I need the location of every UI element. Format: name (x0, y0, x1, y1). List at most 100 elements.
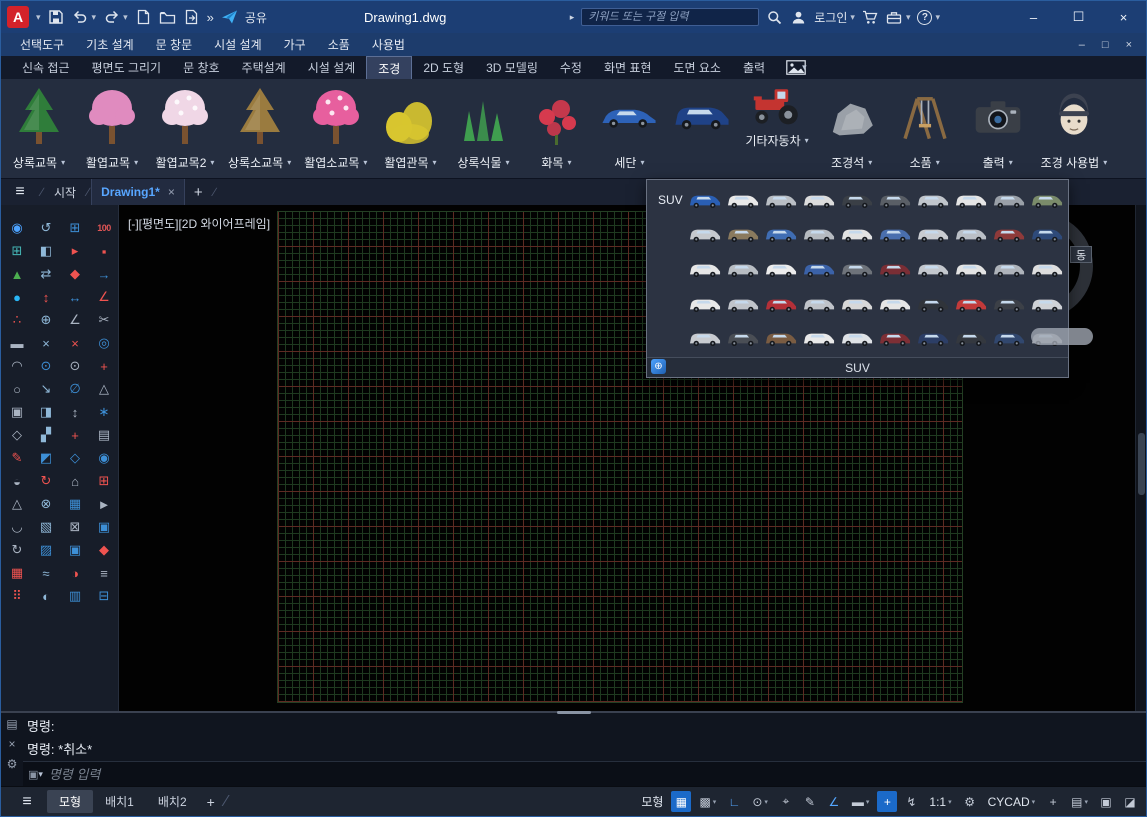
suv-car-thumbnail[interactable] (800, 288, 837, 322)
tool-icon[interactable]: ◧ (36, 241, 57, 261)
tools-icon[interactable] (886, 9, 903, 26)
suv-car-thumbnail[interactable] (838, 288, 875, 322)
tool-icon[interactable]: ⊙ (36, 356, 57, 376)
suv-car-thumbnail[interactable] (838, 253, 875, 287)
viewcube-east-label[interactable]: 동 (1070, 246, 1092, 263)
ribbon-tab-4[interactable]: 시설 설계 (297, 56, 367, 79)
tool-icon[interactable]: ◎ (94, 333, 115, 353)
ribbon-group-broadleaf-tree-2[interactable]: 활엽교목2▾ (155, 82, 215, 171)
image-tool-caret[interactable]: ▾ (802, 62, 807, 73)
tool-icon[interactable]: ↘ (36, 379, 57, 399)
tool-icon[interactable]: ∗ (94, 402, 115, 422)
tool-icon[interactable]: ▦ (65, 494, 86, 514)
suv-car-thumbnail[interactable] (762, 184, 799, 218)
ribbon-group-render-output[interactable]: 출력▾ (968, 82, 1028, 171)
ribbon-group-evergreen-small-tree[interactable]: 상록소교목▾ (228, 82, 291, 171)
tool-icon[interactable]: ↻ (7, 540, 28, 560)
tool-icon[interactable]: ⊞ (7, 241, 28, 261)
suv-car-thumbnail[interactable] (915, 219, 952, 253)
ribbon-group-broadleaf-tree[interactable]: 활엽교목▾ (82, 82, 142, 171)
command-keyboard-icon[interactable]: ▤ (6, 717, 17, 731)
tool-icon[interactable]: ↕ (36, 287, 57, 307)
tool-icon[interactable]: ▨ (36, 540, 57, 560)
suv-car-thumbnail[interactable] (724, 219, 761, 253)
suv-car-thumbnail[interactable] (915, 322, 952, 356)
tool-icon[interactable]: ⇄ (36, 264, 57, 284)
object-snap-toggle[interactable]: ⌖ (776, 791, 796, 812)
tool-icon[interactable]: 100 (94, 218, 115, 238)
ribbon-group-evergreen-plant[interactable]: 상록식물▾ (453, 82, 513, 171)
drawing-tab[interactable]: Drawing1* × (91, 179, 185, 205)
command-input-caret[interactable]: ▾ (38, 769, 43, 780)
suv-car-thumbnail[interactable] (876, 288, 913, 322)
tool-icon[interactable]: ⊙ (65, 356, 86, 376)
tool-icon[interactable]: ∅ (65, 379, 86, 399)
suv-car-thumbnail[interactable] (991, 184, 1028, 218)
suv-car-thumbnail[interactable] (686, 322, 723, 356)
tools-caret[interactable]: ▾ (906, 12, 911, 23)
tool-icon[interactable]: ⠿ (7, 586, 28, 606)
suv-car-thumbnail[interactable] (800, 219, 837, 253)
mdi-close-icon[interactable]: × (1126, 39, 1132, 51)
mdi-minimize-icon[interactable]: – (1079, 39, 1085, 51)
close-button[interactable]: × (1101, 1, 1146, 33)
tool-icon[interactable]: ◩ (36, 448, 57, 468)
ribbon-group-flowering-tree[interactable]: 화목▾ (526, 82, 586, 171)
tool-icon[interactable]: ▬ (7, 333, 28, 353)
tool-icon[interactable]: ⊞ (65, 218, 86, 238)
suv-car-thumbnail[interactable] (762, 253, 799, 287)
quick-properties-toggle[interactable]: ↯ (901, 791, 921, 812)
grid-display-toggle[interactable]: ▦ (671, 791, 691, 812)
suv-car-thumbnail[interactable] (800, 184, 837, 218)
tool-icon[interactable]: ◐ (36, 586, 57, 606)
help-icon[interactable]: ? (917, 10, 932, 25)
tool-icon[interactable]: ◆ (65, 264, 86, 284)
suv-car-thumbnail[interactable] (838, 322, 875, 356)
share-icon[interactable] (221, 9, 238, 26)
annotation-scale-control[interactable]: 1:1▾ (925, 791, 955, 812)
ribbon-tab-10[interactable]: 도면 요소 (662, 56, 732, 79)
suv-car-thumbnail[interactable] (876, 184, 913, 218)
tool-icon[interactable]: ↻ (36, 471, 57, 491)
menu-item[interactable]: 가구 (273, 36, 317, 53)
tool-icon[interactable]: × (36, 333, 57, 353)
tool-icon[interactable]: ↔ (65, 287, 86, 307)
tool-icon[interactable]: ◉ (7, 218, 28, 238)
tool-icon[interactable]: ◨ (36, 402, 57, 422)
suv-car-thumbnail[interactable] (724, 288, 761, 322)
suv-car-thumbnail[interactable] (915, 184, 952, 218)
start-tab[interactable]: 시작 (45, 184, 85, 201)
tool-icon[interactable]: ◠ (7, 356, 28, 376)
add-toolbar-button[interactable]: + (1043, 791, 1063, 812)
store-cart-icon[interactable] (862, 9, 879, 26)
suv-car-thumbnail[interactable] (686, 184, 723, 218)
tool-icon[interactable]: ● (7, 287, 28, 307)
ribbon-tab-0[interactable]: 신속 접근 (11, 56, 81, 79)
ribbon-tab-1[interactable]: 평면도 그리기 (81, 56, 173, 79)
menu-item[interactable]: 문 창문 (145, 36, 203, 53)
tool-icon[interactable]: ▣ (65, 540, 86, 560)
suv-car-thumbnail[interactable] (1029, 253, 1066, 287)
display-options-button[interactable]: ▤▾ (1067, 791, 1092, 812)
layout2-tab[interactable]: 배치2 (146, 790, 199, 813)
suv-car-thumbnail[interactable] (724, 253, 761, 287)
navigation-pill[interactable] (1031, 328, 1093, 345)
tool-icon[interactable]: ∠ (65, 310, 86, 330)
ribbon-group-broadleaf-small-tree[interactable]: 활엽소교목▾ (304, 82, 367, 171)
suv-car-thumbnail[interactable] (724, 322, 761, 356)
tool-icon[interactable]: ≈ (36, 563, 57, 583)
suv-car-thumbnail[interactable] (1029, 219, 1066, 253)
tool-icon[interactable]: △ (94, 379, 115, 399)
viewport-label[interactable]: [-][평면도][2D 와이어프레임] (128, 215, 270, 232)
minimize-button[interactable]: – (1011, 1, 1056, 33)
suv-car-thumbnail[interactable] (876, 322, 913, 356)
tool-icon[interactable]: ◑ (65, 563, 86, 583)
suv-car-thumbnail[interactable] (838, 184, 875, 218)
ribbon-group-broadleaf-shrub[interactable]: 활엽관목▾ (380, 82, 440, 171)
tool-icon[interactable]: ✎ (7, 448, 28, 468)
suv-car-thumbnail[interactable] (953, 322, 990, 356)
model-tab[interactable]: 모형 (47, 790, 93, 813)
mdi-restore-icon[interactable]: □ (1102, 39, 1109, 51)
menu-item[interactable]: 시설 설계 (203, 36, 273, 53)
search-input[interactable] (581, 8, 759, 26)
